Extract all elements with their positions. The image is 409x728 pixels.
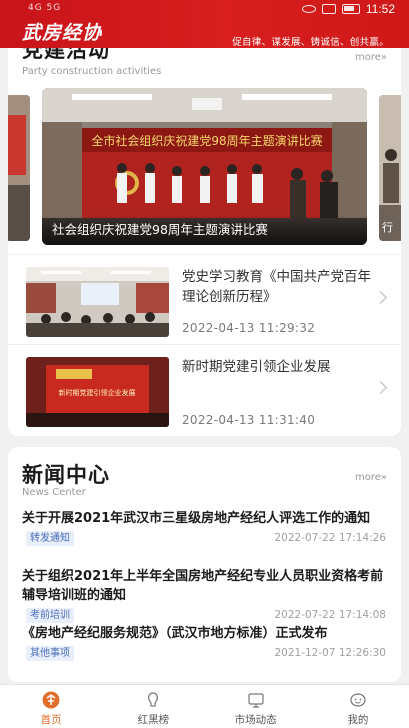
news-date: 2022-07-22 17:14:08: [274, 609, 386, 621]
nav-profile[interactable]: 我的: [307, 685, 409, 728]
news-item[interactable]: 关于开展2021年武汉市三星级房地产经纪人评选工作的通知 转发通知 2022-0…: [22, 509, 390, 548]
item-date: 2022-04-13 11:29:32: [182, 321, 316, 335]
battery-icon: [341, 4, 360, 14]
header-slogan: 促自律、谋发展、铸诚信、创共赢。: [232, 37, 389, 48]
party-activities-card: 党建活动 Party construction activities more»…: [8, 30, 401, 436]
nav-market[interactable]: 市场动态: [205, 685, 307, 728]
app-header: 4G 5G 11:52 武房经协 促自律、谋发展、铸诚信、创共赢。: [0, 0, 409, 48]
profile-icon: [350, 693, 366, 707]
news-title: 关于组织2021年上半年全国房地产经纪专业人员职业资格考前辅导培训班的通知: [22, 569, 384, 603]
nav-label: 我的: [347, 714, 369, 726]
nav-label: 市场动态: [234, 714, 277, 726]
section-subtitle: News Center: [22, 487, 86, 498]
sim-icon: [321, 4, 336, 14]
bottom-navigation: 首页 红黑榜 市场动态 我的: [0, 684, 409, 728]
clock: 11:52: [365, 2, 395, 16]
item-title: 新时期党建引领企业发展: [182, 359, 331, 375]
section-subtitle: Party construction activities: [22, 66, 162, 77]
nav-label: 首页: [40, 714, 62, 726]
nav-ranking[interactable]: 红黑榜: [102, 685, 204, 728]
chevron-right-icon: [374, 381, 387, 394]
nav-label: 红黑榜: [137, 714, 170, 726]
party-list-item[interactable]: 党史学习教育《中国共产党百年理论创新历程》 2022-04-13 11:29:3…: [8, 254, 401, 344]
status-icons: 11:52: [301, 2, 395, 16]
market-icon: [248, 693, 264, 708]
party-list-item[interactable]: 新时期党建引领企业发展 新时期党建引领企业发展 2022-04-13 11:31…: [8, 344, 401, 434]
item-date: 2022-04-13 11:31:40: [182, 413, 316, 427]
news-item[interactable]: 关于组织2021年上半年全国房地产经纪专业人员职业资格考前辅导培训班的通知 考前…: [22, 567, 390, 625]
news-date: 2022-07-22 17:14:26: [274, 532, 386, 544]
item-thumbnail: 新时期党建引领企业发展: [26, 357, 169, 427]
stage-backdrop-text: 全市社会组织庆祝建党98周年主题演讲比赛: [91, 133, 322, 148]
ranking-icon: [148, 692, 159, 707]
item-thumbnail: [26, 267, 169, 337]
news-center-card: 新闻中心 News Center more» 关于开展2021年武汉市三星级房地…: [8, 447, 401, 682]
next-slide-caption: 行: [382, 221, 393, 234]
app-logo: 武房经协: [22, 22, 103, 44]
news-tag: 转发通知: [26, 531, 74, 546]
item-title: 党史学习教育《中国共产党百年理论创新历程》: [182, 269, 371, 305]
section-title: 新闻中心: [22, 463, 110, 487]
carrier-indicator: 4G 5G: [28, 3, 62, 13]
banner-caption: 社会组织庆祝建党98周年主题演讲比赛: [42, 215, 367, 245]
news-title: 《房地产经纪服务规范》（武汉市地方标准）正式发布: [22, 626, 328, 641]
eye-icon: [301, 5, 316, 13]
more-link[interactable]: more»: [355, 52, 387, 63]
news-date: 2021-12-07 12:26:30: [274, 647, 386, 659]
carousel-prev-slide[interactable]: [8, 95, 30, 241]
status-bar: 4G 5G 11:52: [0, 0, 409, 18]
chevron-right-icon: [374, 291, 387, 304]
news-item[interactable]: 《房地产经纪服务规范》（武汉市地方标准）正式发布 其他事项 2021-12-07…: [22, 624, 390, 663]
home-icon: [42, 691, 60, 709]
carousel-next-slide[interactable]: 行: [379, 95, 401, 241]
news-tag: 其他事项: [26, 646, 74, 661]
carousel-banner[interactable]: 全市社会组织庆祝建党98周年主题演讲比赛 社会组织庆祝建党98周年主题演讲比赛: [42, 88, 367, 245]
nav-home[interactable]: 首页: [0, 685, 102, 728]
news-tag: 考前培训: [26, 608, 74, 623]
thumbnail-screen-text: 新时期党建引领企业发展: [59, 388, 136, 397]
news-title: 关于开展2021年武汉市三星级房地产经纪人评选工作的通知: [22, 511, 371, 526]
more-link[interactable]: more»: [355, 472, 387, 483]
